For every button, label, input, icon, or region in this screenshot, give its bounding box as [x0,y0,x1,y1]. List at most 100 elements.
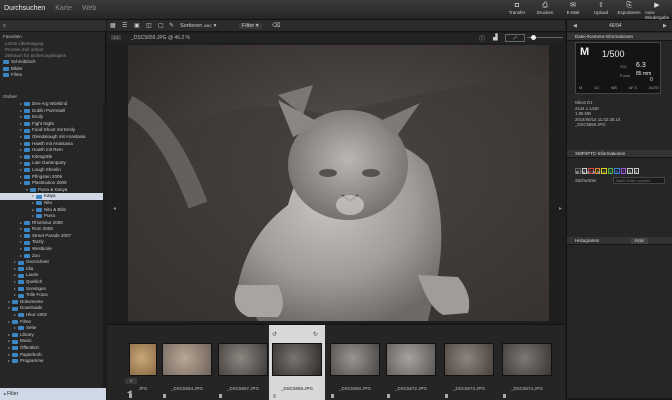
fullscreen-icon[interactable]: ▢ [158,22,164,29]
tree-item-label: Dublin Porrmäell [32,107,66,113]
tree-item[interactable]: ▸ Seite [0,325,106,332]
tree-item[interactable]: ▸ Westkrole [0,246,106,253]
fit-toggle[interactable]: ⤢ [505,34,525,42]
label-chip-5[interactable]: 5 [607,168,613,174]
filmstrip-thumb[interactable]: _DSC5660.JPG [327,325,383,400]
tree-item[interactable]: ▾ Purra & Kanya [0,187,106,194]
favorite-folder[interactable]: Schreibtisch [0,59,106,66]
top-action-e-mail[interactable]: ✉ E-Mail [562,1,584,20]
folder-icon [36,214,42,219]
top-action-drucken[interactable]: ⎙ Drucken [534,1,556,20]
rating-stars[interactable]: ★★★★★ [575,170,602,176]
tab-map[interactable]: Karte [55,5,72,12]
tree-item[interactable]: ▸ Lough Sheelin [0,167,106,174]
main-photo[interactable] [128,45,549,321]
tree-item[interactable]: ▸ Programme [0,358,106,365]
info-icon[interactable]: ⓘ [479,34,485,43]
tree-item[interactable]: ▸ Hawth mit Anastasia [0,141,106,148]
camera-info-header[interactable]: Datei-/Kamera-Informationen [567,33,672,41]
filmstrip-thumb[interactable]: _DSC5654.JPG [159,325,215,400]
sort-button[interactable]: Sortieren ABC ▾ [180,23,216,29]
top-action-auto-wiedergabe[interactable]: ▶ Auto-Wiedergabe [645,1,669,20]
tree-item[interactable]: ▸ Kitesgräfe [0,154,106,161]
rotate-right-icon[interactable]: ↻ [313,331,318,338]
favorites-title[interactable]: Favoriten [0,33,106,41]
tree-item[interactable]: ▸ Sonstiges [0,286,106,293]
tag-icon[interactable]: ✎ [169,22,174,29]
favorite-folder[interactable]: Bilder [0,66,106,73]
label-chip-8[interactable]: 8 [627,168,633,174]
view-mode-badge[interactable]: 1:1 [111,35,121,40]
histogram-icon[interactable]: ▟ [493,34,498,41]
tree-item[interactable]: ▸ Howth mit Rem [0,147,106,154]
tree-item[interactable]: ▸ Öffentlich [0,345,106,352]
filter-button[interactable]: Filter ▾ [239,23,262,29]
rotate-left-icon[interactable]: ↺ [272,331,277,338]
next-image-arrow[interactable]: ▸ [559,205,562,212]
panel-menu-icon[interactable]: ≡ [3,23,6,29]
histogram-channel-select[interactable]: RGB [631,238,648,244]
tree-item[interactable]: ▸ Dokumente [0,299,106,306]
top-action-upload[interactable]: ⇧ Upload [590,1,612,20]
tree-item[interactable]: ▸ Pfingsten 2009 [0,174,106,181]
filmstrip-thumb[interactable]: _DSC5673.JPG [441,325,497,400]
filter-bar[interactable]: ▸ Filter [0,388,106,400]
xmp-header[interactable]: XMP/IPTC-Informationen [567,150,672,158]
folders-title[interactable]: Ordner [0,93,106,101]
tree-item[interactable]: ▸ Plastinution 2009 [0,180,106,187]
next-file-arrow[interactable]: ▶ [663,23,667,29]
zoom-slider-knob[interactable] [531,35,536,40]
keywords-search-input[interactable]: Nach Orten suchen [613,177,665,184]
tree-item[interactable]: ▸ Gezeichnet [0,259,106,266]
tree-item[interactable]: ▸ Music [0,338,106,345]
tree-item[interactable]: ▸ Papierkorb [0,352,106,359]
tree-item[interactable]: ▸ Zoo [0,253,106,260]
list-view-icon[interactable]: ☰ [122,22,127,29]
label-chip-6[interactable]: 6 [614,168,620,174]
brush-icon[interactable]: ⌫ [272,22,280,29]
tree-item[interactable]: ▸ Nitu [0,200,106,207]
label-chip-9[interactable]: 9 [633,168,639,174]
tree-item[interactable]: ▸ Idia [0,266,106,273]
filmstrip-thumb[interactable]: _DSC5657.JPG [215,325,271,400]
tree-item[interactable]: ▸ Library [0,332,106,339]
tree-item[interactable]: ▸ Laurie [0,272,106,279]
tree-item[interactable]: ▸ Downloads [0,305,106,312]
compare-view-icon[interactable]: ◫ [146,22,152,29]
tree-item[interactable]: ▸ Dev-Arg Wörklind [0,101,106,108]
histogram-header[interactable]: Histogramm RGB [567,237,672,245]
tree-item[interactable]: ▸ Street Parade 2007 [0,233,106,240]
prev-file-arrow[interactable]: ◀ [573,23,577,29]
tree-item[interactable]: ▸ Fight Night [0,121,106,128]
tree-item[interactable]: ▸ Late Gartenparty [0,160,106,167]
filmstrip-thumb[interactable]: _DSC5674.JPG [499,325,555,400]
tree-item-label: Purra [44,213,56,219]
top-action-exportieren[interactable]: ⎘ Exportieren [618,1,641,20]
folder-scrollbar[interactable] [103,102,106,400]
tree-item[interactable]: ▸ Filme [0,319,106,326]
tree-item[interactable]: ▸ Rom 2008 [0,226,106,233]
label-chip-7[interactable]: 7 [620,168,626,174]
tab-browse[interactable]: Durchsuchen [4,5,45,12]
tree-item[interactable]: ▸ Food-Shoot mit Emily [0,127,106,134]
image-view-icon[interactable]: ▣ [134,22,140,29]
tree-item[interactable]: ▸ Quellich [0,279,106,286]
filmstrip-thumb[interactable]: _DSC5672.JPG [383,325,439,400]
grid-view-icon[interactable]: ▦ [110,22,116,29]
tree-item[interactable]: ▸ Dublin Porrmäell [0,108,106,115]
tree-item[interactable]: ▸ Emily [0,114,106,121]
filmstrip-thumb[interactable]: ↺ ↻ _DSC5659.JPG [269,325,325,400]
prev-image-arrow[interactable]: ◂ [113,205,116,212]
tree-item[interactable]: ▸ Nitu & Blitz [0,207,106,214]
tree-item[interactable]: ▸ Tolle Fotos [0,292,106,299]
tree-item[interactable]: ▸ Purra [0,213,106,220]
favorite-folder[interactable]: Filme [0,72,106,79]
tree-item[interactable]: ▸ Tarzly [0,239,106,246]
tree-item[interactable]: ▸ Katya [0,193,106,200]
tree-item[interactable]: ▸ Hkur-1802 [0,312,106,319]
filmstrip-thumb[interactable]: JPG [125,325,161,400]
tree-item[interactable]: ▸ Glendalough mit Anastasia [0,134,106,141]
top-action-transfer[interactable]: ◘ Transfer [506,1,528,20]
tree-item[interactable]: ▸ Rhotmitur 2008 [0,220,106,227]
tab-web[interactable]: Web [82,5,96,12]
